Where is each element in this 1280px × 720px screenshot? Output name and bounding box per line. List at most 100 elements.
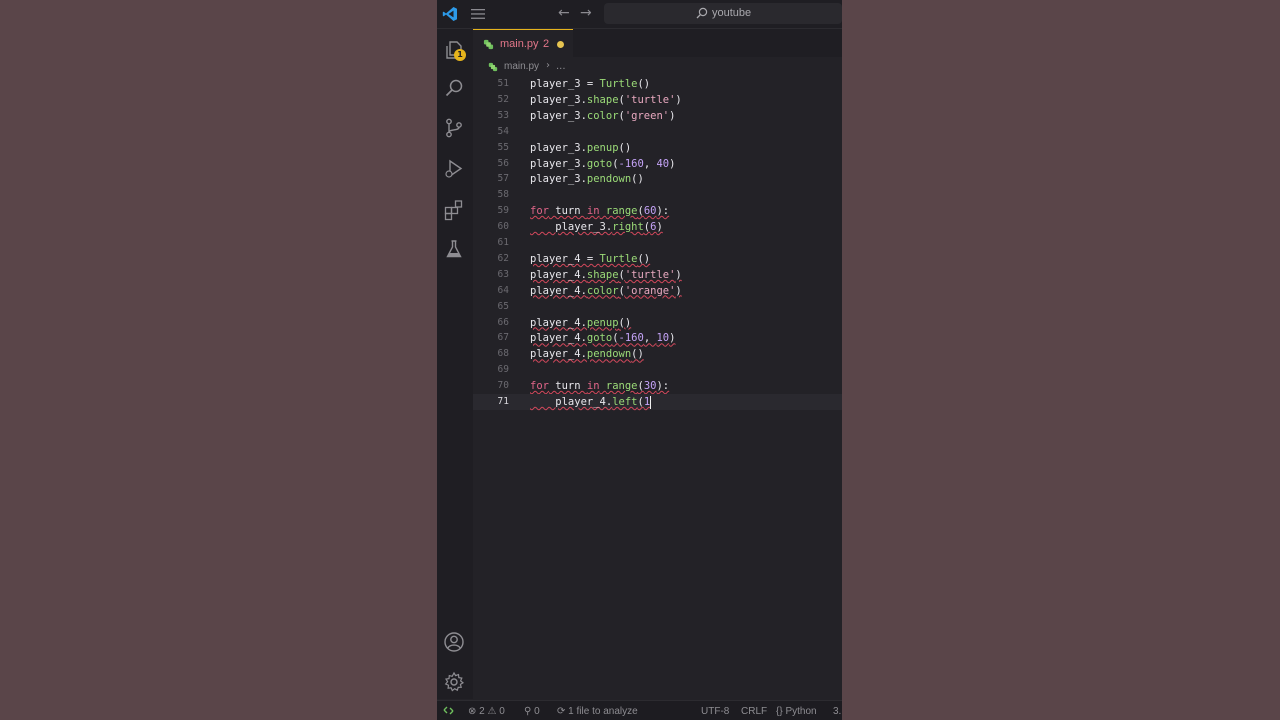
- code-line[interactable]: 60 player_3.right(6): [473, 219, 842, 235]
- line-number: 60: [497, 221, 509, 233]
- status-bar: ⊗ 2 ⚠ 0 ⚲ 0 ⟳ 1 file to analyze UTF-8 CR…: [437, 700, 842, 720]
- line-number: 56: [497, 157, 509, 169]
- code-line[interactable]: 69: [473, 362, 842, 378]
- line-number: 55: [497, 141, 509, 153]
- vscode-window: ← → youtube 1 main.py 2 main.py › ... 51…: [437, 0, 842, 720]
- line-code: player_3.color('green'): [530, 109, 676, 122]
- line-code: player_4.goto(-160, 10): [530, 332, 676, 345]
- line-number: 57: [497, 173, 509, 185]
- tab-label: main.py: [500, 38, 539, 50]
- error-icon: ⊗: [468, 706, 477, 717]
- vscode-logo-icon[interactable]: [442, 6, 458, 22]
- code-line[interactable]: 68 player_4.pendown(): [473, 346, 842, 362]
- code-line[interactable]: 65: [473, 299, 842, 315]
- forward-arrow-icon[interactable]: →: [580, 5, 592, 21]
- language-text: Python: [785, 706, 817, 717]
- line-code: player_4 = Turtle(): [530, 252, 651, 265]
- code-line[interactable]: 71 player_4.left(1: [473, 394, 842, 410]
- command-center-search[interactable]: youtube: [604, 3, 842, 24]
- code-line[interactable]: 56 player_3.goto(-160, 40): [473, 156, 842, 172]
- code-line[interactable]: 58: [473, 187, 842, 203]
- testing-flask-icon[interactable]: [443, 238, 465, 260]
- python-file-icon: [483, 39, 494, 50]
- editor-tab-bar: main.py 2: [473, 29, 842, 58]
- source-control-icon[interactable]: [443, 117, 465, 139]
- activity-bar: 1: [437, 29, 473, 699]
- code-line[interactable]: 62 player_4 = Turtle(): [473, 251, 842, 267]
- account-icon[interactable]: [443, 631, 465, 653]
- code-line[interactable]: 55 player_3.penup(): [473, 140, 842, 156]
- line-number: 71: [497, 396, 509, 407]
- breadcrumb: main.py › ...: [473, 58, 842, 76]
- code-line[interactable]: 54: [473, 124, 842, 140]
- python-version-status[interactable]: 3.: [833, 706, 841, 717]
- line-code: player_3.shape('turtle'): [530, 93, 682, 106]
- line-number: 68: [497, 348, 509, 360]
- line-number: 70: [497, 380, 509, 392]
- eol-status[interactable]: CRLF: [741, 706, 767, 717]
- code-line[interactable]: 52 player_3.shape('turtle'): [473, 92, 842, 108]
- code-line[interactable]: 67 player_4.goto(-160, 10): [473, 330, 842, 346]
- line-number: 65: [497, 300, 509, 312]
- text-cursor: [650, 395, 652, 409]
- line-code: player_3.goto(-160, 40): [530, 157, 676, 170]
- line-number: 62: [497, 252, 509, 264]
- settings-gear-icon[interactable]: [443, 671, 465, 693]
- encoding-status[interactable]: UTF-8: [701, 706, 729, 717]
- line-number: 59: [497, 205, 509, 217]
- search-icon: [696, 7, 708, 19]
- code-line[interactable]: 57 player_3.pendown(): [473, 171, 842, 187]
- line-number: 52: [497, 93, 509, 105]
- line-number: 53: [497, 109, 509, 121]
- broadcast-icon: ⚲: [524, 706, 532, 717]
- menu-icon[interactable]: [471, 8, 485, 20]
- line-code: player_4.shape('turtle'): [530, 268, 682, 281]
- code-line[interactable]: 61: [473, 235, 842, 251]
- back-arrow-icon[interactable]: ←: [558, 5, 570, 21]
- breadcrumb-symbols[interactable]: ...: [556, 61, 566, 72]
- ports-status[interactable]: ⚲ 0: [524, 706, 540, 717]
- line-code: player_3 = Turtle(): [530, 78, 651, 90]
- code-editor[interactable]: 51 player_3 = Turtle() 52 player_3.shape('t…: [473, 76, 842, 699]
- line-code: player_3.penup(): [530, 141, 632, 154]
- breadcrumb-file[interactable]: main.py: [504, 61, 539, 72]
- remote-icon[interactable]: [443, 705, 454, 716]
- extensions-icon[interactable]: [443, 199, 465, 221]
- code-line[interactable]: 53 player_3.color('green'): [473, 108, 842, 124]
- line-code: player_4.pendown(): [530, 348, 644, 361]
- line-number: 64: [497, 284, 509, 296]
- braces-icon: {}: [776, 706, 783, 717]
- error-count: 2: [479, 706, 485, 717]
- errors-status[interactable]: ⊗ 2 ⚠ 0: [468, 706, 505, 717]
- chevron-right-icon: ›: [546, 60, 550, 71]
- code-line[interactable]: 63 player_4.shape('turtle'): [473, 267, 842, 283]
- warning-count: 0: [499, 706, 505, 717]
- title-bar: ← → youtube: [437, 0, 842, 29]
- warning-icon: ⚠: [487, 706, 497, 717]
- background-right: [842, 0, 1280, 720]
- python-file-icon: [488, 62, 498, 72]
- code-line[interactable]: 66 player_4.penup(): [473, 315, 842, 331]
- tab-main-py[interactable]: main.py 2: [473, 29, 573, 58]
- line-number: 67: [497, 332, 509, 344]
- ports-count: 0: [534, 706, 540, 717]
- analysis-status[interactable]: ⟳ 1 file to analyze: [557, 706, 638, 717]
- line-code: player_4.left(1: [530, 395, 652, 409]
- line-number: 63: [497, 268, 509, 280]
- background-left: [0, 0, 437, 720]
- language-status[interactable]: {} Python: [776, 706, 817, 717]
- code-line[interactable]: 59 for turn in range(60):: [473, 203, 842, 219]
- line-number: 54: [497, 125, 509, 137]
- search-text: youtube: [712, 7, 752, 19]
- code-line[interactable]: 51 player_3 = Turtle(): [473, 76, 842, 92]
- code-line[interactable]: 70 for turn in range(30):: [473, 378, 842, 394]
- run-debug-icon[interactable]: [443, 158, 465, 180]
- code-line[interactable]: 64 player_4.color('orange'): [473, 283, 842, 299]
- unsaved-dot-icon[interactable]: [557, 41, 564, 48]
- line-number: 51: [497, 78, 509, 89]
- tab-problem-count: 2: [543, 38, 550, 50]
- line-number: 69: [497, 364, 509, 376]
- line-number: 58: [497, 189, 509, 201]
- search-icon[interactable]: [443, 77, 465, 99]
- sync-icon: ⟳: [557, 706, 566, 717]
